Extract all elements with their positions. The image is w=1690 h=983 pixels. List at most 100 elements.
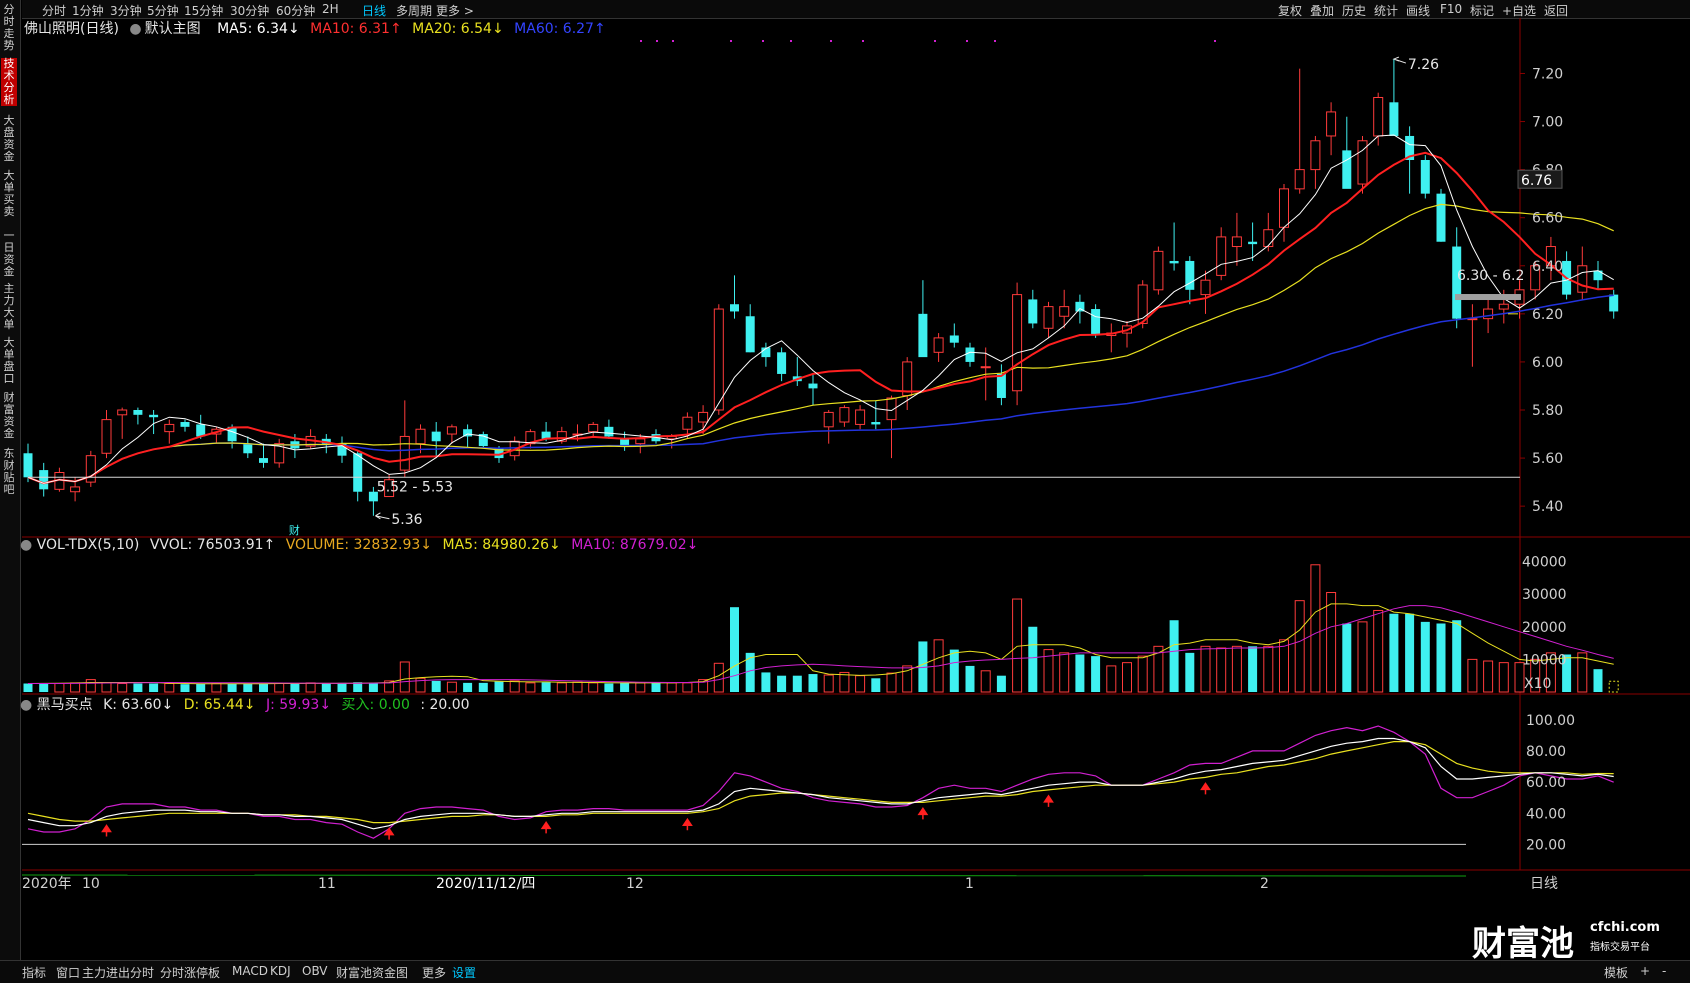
bottom-action-2[interactable]: - <box>1662 964 1666 978</box>
candle-body <box>1436 193 1446 242</box>
candle-body <box>604 426 614 437</box>
low-arrow-icon <box>375 512 390 520</box>
candle-body <box>1216 236 1227 276</box>
candle-body <box>635 438 646 445</box>
ma60-line <box>27 294 1614 485</box>
volume-bar <box>399 661 410 693</box>
volume-bar <box>1263 645 1274 693</box>
volume-bar <box>1075 654 1085 692</box>
volume-bar <box>39 683 49 692</box>
candle-body <box>698 411 709 423</box>
bottom-tab-1[interactable]: 窗口 <box>56 964 80 981</box>
candle-body <box>70 486 81 493</box>
candle-body <box>918 313 928 358</box>
volume-bar <box>980 670 991 693</box>
volume-bar <box>446 681 457 693</box>
candle-body <box>682 416 693 430</box>
volume-bar <box>1342 623 1352 692</box>
volume-bar <box>1467 658 1478 693</box>
buy-arrow-icon <box>681 817 693 831</box>
bottom-tab-4[interactable]: MACD <box>232 964 268 978</box>
volume-tick: 40000 <box>1522 555 1567 571</box>
buy-arrow-icon <box>540 821 552 834</box>
candle-body <box>1609 294 1619 312</box>
volume-bar <box>431 680 441 692</box>
low-label: 5.36 <box>391 512 422 528</box>
bottom-tab-6[interactable]: OBV <box>302 964 328 978</box>
range-low-label: 5.52 - 5.53 <box>377 479 453 495</box>
bottom-tab-3[interactable]: 分时涨停板 <box>160 964 220 981</box>
bottom-action-1[interactable]: + <box>1640 964 1650 978</box>
volume-bar <box>196 683 206 692</box>
volume-bar <box>777 675 787 692</box>
bottom-tab-2[interactable]: 主力进出分时 <box>82 964 154 981</box>
volume-bar <box>1185 652 1195 692</box>
candle-body <box>1028 299 1038 324</box>
marker-dot <box>790 40 792 42</box>
marker-dot <box>656 40 658 42</box>
price-tick: 5.80 <box>1532 403 1563 419</box>
volume-bar <box>1420 621 1430 692</box>
marker-dot <box>934 40 936 42</box>
event-marker: 财 <box>289 523 300 537</box>
volume-bar <box>164 683 175 693</box>
candle-body <box>259 458 268 463</box>
volume-bar <box>651 682 661 692</box>
volume-bar <box>1091 656 1101 692</box>
stock-chart-canvas[interactable]: 5.405.605.806.006.206.406.606.807.007.20… <box>0 0 1690 960</box>
buy-arrow-icon <box>917 807 929 820</box>
marker-dot <box>830 40 832 42</box>
candle-body <box>1483 308 1494 320</box>
volume-bar <box>572 681 583 693</box>
candle-body <box>1342 150 1352 189</box>
high-label: 7.26 <box>1408 57 1439 73</box>
volume-bar <box>1200 645 1211 693</box>
volume-bar <box>635 682 646 693</box>
bottom-tab-5[interactable]: KDJ <box>270 964 291 978</box>
buy-arrow-icon <box>101 824 112 837</box>
bottom-action-0[interactable]: 模板 <box>1604 964 1628 981</box>
volume-bar <box>1028 626 1038 692</box>
volume-bar <box>70 682 81 693</box>
price-range-bar <box>1455 294 1521 301</box>
volume-bar <box>243 683 253 692</box>
volume-unit: X10 <box>1524 676 1551 692</box>
bottom-tab-0[interactable]: 指标 <box>22 964 46 981</box>
candle-body <box>713 308 724 411</box>
candle-body <box>149 414 159 418</box>
candle-body <box>1043 306 1054 329</box>
candle-body <box>1263 229 1274 248</box>
volume-bar <box>463 682 473 692</box>
volume-bar <box>85 679 96 693</box>
buy-line <box>21 874 1467 877</box>
volume-bar <box>259 683 268 692</box>
candle-body <box>117 409 128 416</box>
price-tick: 5.60 <box>1532 451 1563 467</box>
volume-bar <box>730 607 739 692</box>
candle-body <box>101 419 112 454</box>
volume-bar <box>494 681 504 692</box>
candle-body <box>399 435 410 471</box>
period-label: 日线 <box>1530 876 1558 892</box>
bottom-tab-9[interactable]: 设置 <box>452 964 476 981</box>
volume-bar <box>761 672 771 692</box>
indicator-tick: 100.00 <box>1526 713 1575 729</box>
volume-bar <box>1483 660 1494 693</box>
volume-bar <box>1279 639 1289 693</box>
volume-bar <box>368 682 378 692</box>
volume-bar <box>305 682 316 693</box>
indicator-tick: 20.00 <box>1526 837 1566 853</box>
volume-bar <box>274 683 285 693</box>
bottom-tab-8[interactable]: 更多 <box>422 964 446 981</box>
volume-bar <box>1248 646 1258 692</box>
volume-bar <box>1498 662 1509 693</box>
date-label: 2020年 <box>22 876 72 892</box>
candle-body <box>164 423 175 433</box>
volume-bar <box>1452 620 1462 692</box>
marker-dot <box>994 40 996 42</box>
bottom-tab-7[interactable]: 财富池资金图 <box>336 964 408 981</box>
date-label: 2 <box>1260 876 1269 892</box>
watermark-logo: 财富池 <box>1472 924 1574 964</box>
volume-bar <box>792 675 802 692</box>
volume-bar <box>149 683 159 692</box>
